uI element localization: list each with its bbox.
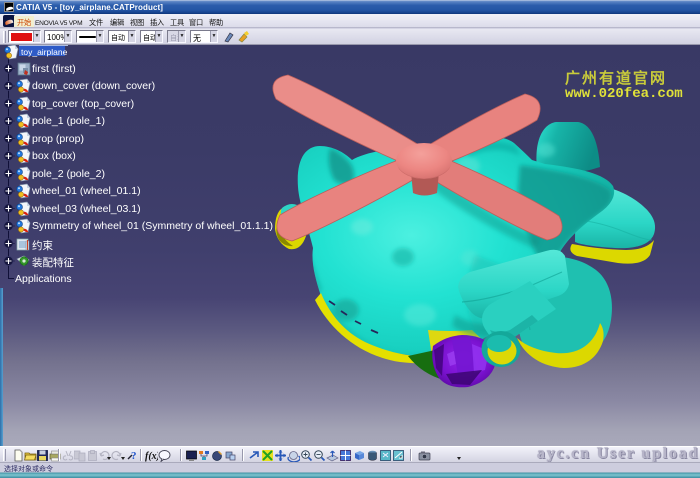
svg-text:?: ? bbox=[131, 450, 137, 462]
svg-text:f(x): f(x) bbox=[145, 451, 158, 462]
